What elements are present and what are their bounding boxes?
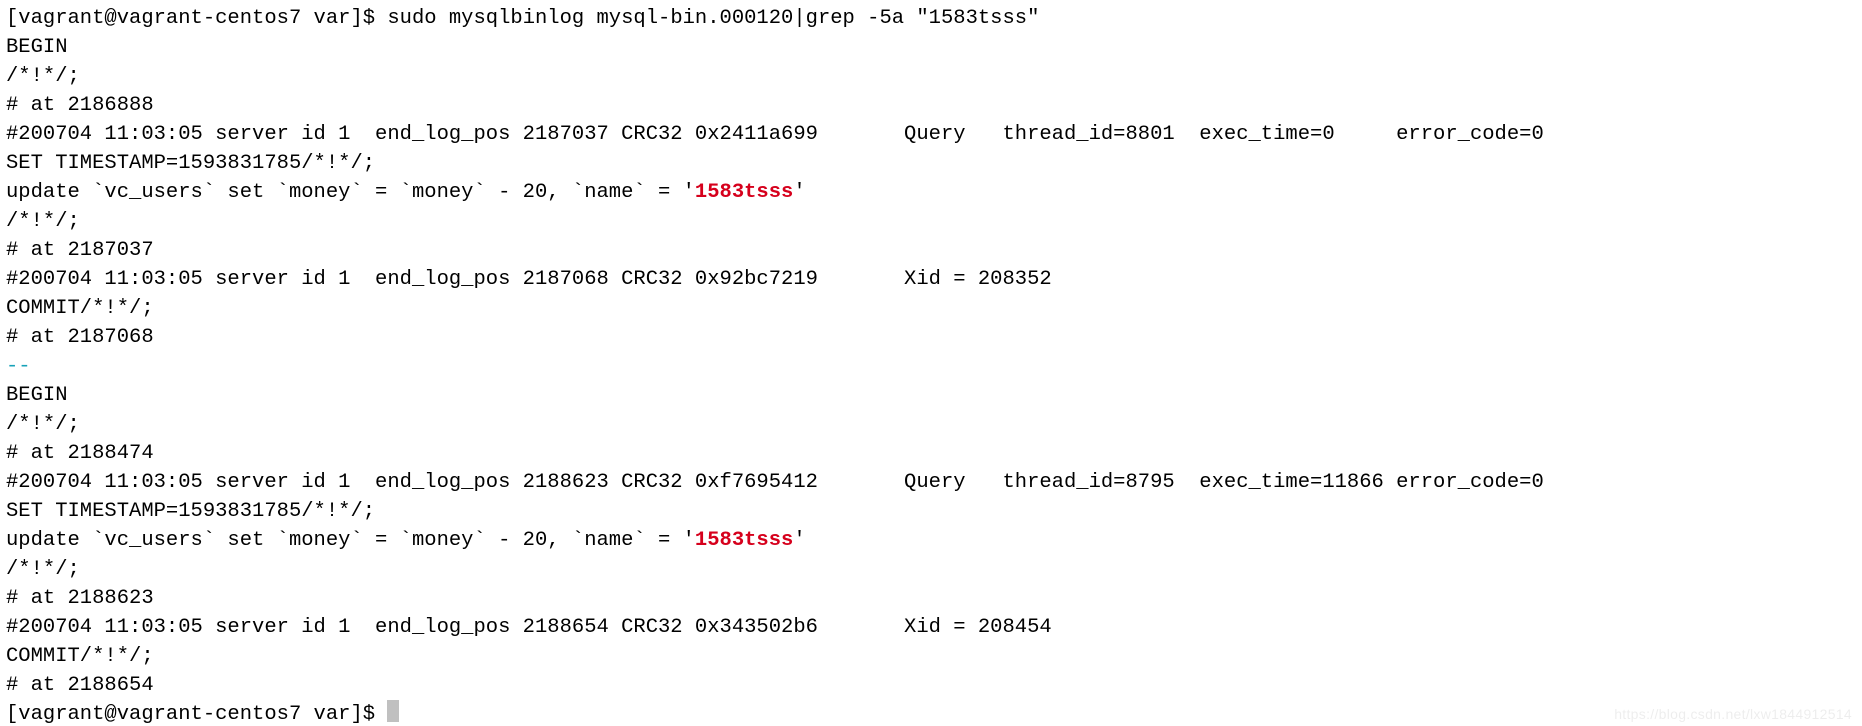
output-line: ' [793, 181, 805, 204]
output-line: SET TIMESTAMP=1593831785/*!*/; [6, 500, 375, 523]
output-line: # at 2187037 [6, 239, 154, 262]
output-line: COMMIT/*!*/; [6, 297, 154, 320]
shell-prompt: [vagrant@vagrant-centos7 var]$ [6, 703, 387, 726]
cursor-icon [387, 700, 399, 722]
shell-prompt: [vagrant@vagrant-centos7 var]$ [6, 7, 387, 30]
terminal-output[interactable]: [vagrant@vagrant-centos7 var]$ sudo mysq… [0, 0, 1862, 726]
watermark: https://blog.csdn.net/lxw1844912514 [1614, 706, 1852, 722]
output-line: ' [793, 529, 805, 552]
grep-match: 1583tsss [695, 529, 793, 552]
output-line: # at 2186888 [6, 94, 154, 117]
output-line: BEGIN [6, 36, 68, 59]
output-line: BEGIN [6, 384, 68, 407]
output-line: /*!*/; [6, 65, 80, 88]
output-line: #200704 11:03:05 server id 1 end_log_pos… [6, 471, 1544, 494]
output-line: /*!*/; [6, 558, 80, 581]
output-line: # at 2187068 [6, 326, 154, 349]
grep-match: 1583tsss [695, 181, 793, 204]
grep-separator: -- [6, 355, 31, 378]
output-line: update `vc_users` set `money` = `money` … [6, 181, 695, 204]
output-line: #200704 11:03:05 server id 1 end_log_pos… [6, 268, 1052, 291]
output-line: SET TIMESTAMP=1593831785/*!*/; [6, 152, 375, 175]
output-line: #200704 11:03:05 server id 1 end_log_pos… [6, 123, 1544, 146]
output-line: COMMIT/*!*/; [6, 645, 154, 668]
output-line: #200704 11:03:05 server id 1 end_log_pos… [6, 616, 1052, 639]
output-line: /*!*/; [6, 210, 80, 233]
output-line: /*!*/; [6, 413, 80, 436]
output-line: # at 2188474 [6, 442, 154, 465]
output-line: # at 2188623 [6, 587, 154, 610]
command-line: sudo mysqlbinlog mysql-bin.000120|grep -… [387, 7, 1039, 30]
output-line: update `vc_users` set `money` = `money` … [6, 529, 695, 552]
output-line: # at 2188654 [6, 674, 154, 697]
